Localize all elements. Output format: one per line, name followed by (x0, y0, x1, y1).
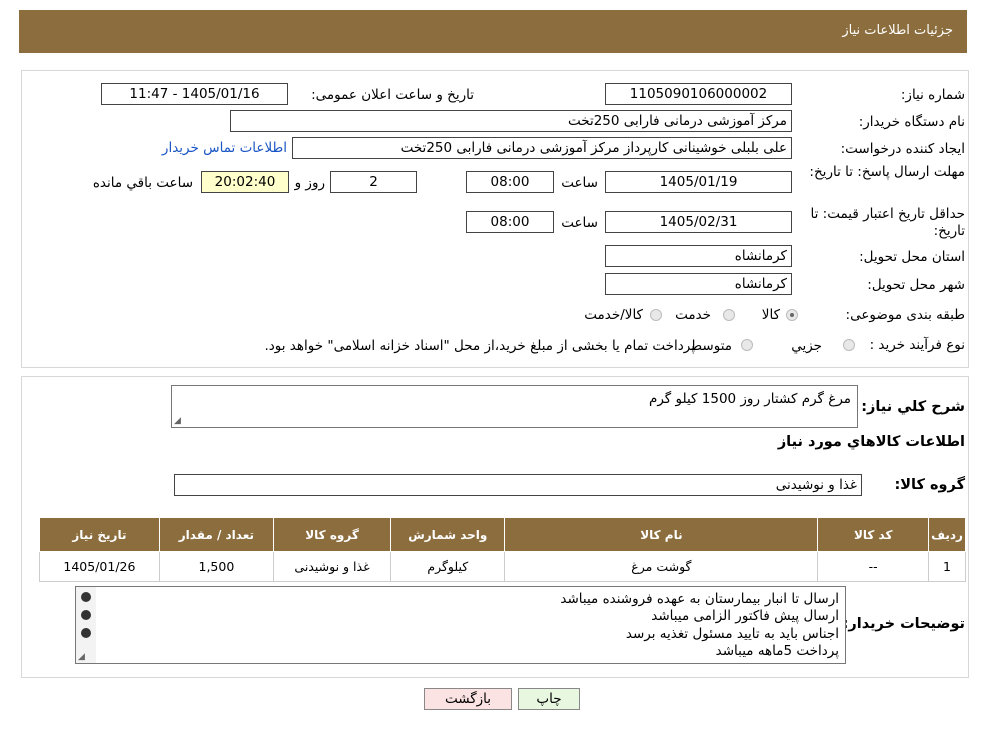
remaining-time-label: ساعت باقي مانده (92, 175, 193, 191)
process-medium-label: متوسط (689, 338, 732, 354)
category-label: طبقه بندی موضوعی: (845, 307, 965, 323)
cell-row: 1 (928, 551, 966, 582)
category-service-label: خدمت (675, 307, 711, 323)
goods-info-title: اطلاعات کالاهاي مورد نیاز (777, 434, 965, 450)
cell-date: 1405/01/26 (39, 551, 160, 582)
purchase-process-label: نوع فرآیند خرید : (869, 337, 965, 353)
category-goods-label: کالا (761, 307, 780, 323)
buyer-contact-link[interactable]: اطلاعات تماس خریدار (162, 140, 287, 156)
days-label: روز و (294, 175, 325, 191)
resize-handle-icon[interactable]: ◢ (174, 416, 181, 426)
province-field: کرمانشاه (605, 245, 792, 267)
need-number-label: شماره نیاز: (900, 87, 965, 103)
category-goods-radio[interactable] (786, 309, 798, 321)
creator-label: ایجاد کننده درخواست: (840, 141, 965, 157)
buyer-notes-textarea[interactable]: ارسال تا انبار بیمارستان به عهده فروشنده… (75, 586, 846, 664)
process-medium-radio[interactable] (741, 339, 753, 351)
process-note: پرداخت تمام یا بخشی از مبلغ خرید،از محل … (264, 338, 695, 354)
process-partial-label: جزیي (791, 338, 822, 354)
col-row-header: ردیف (928, 517, 966, 552)
notes-line-3: اجناس باید به تایید مسئول تغذیه برسد (625, 626, 839, 642)
table-row: 1 -- گوشت مرغ کیلوگرم غذا و نوشیدنی 1,50… (39, 551, 966, 582)
description-textarea[interactable]: مرغ گرم کشتار روز 1500 کیلو گرم ◢ (171, 385, 858, 428)
category-goods-service-label: کالا/خدمت (584, 307, 643, 323)
col-code-header: کد کالا (817, 517, 930, 552)
goods-table: ردیف کد کالا نام کالا واحد شمارش گروه کا… (39, 517, 966, 582)
cell-unit: کیلوگرم (390, 551, 506, 582)
price-validity-time-label: ساعت (561, 215, 598, 231)
cell-quantity: 1,500 (158, 551, 274, 582)
print-button[interactable]: چاپ (518, 688, 580, 710)
process-partial-radio[interactable] (843, 339, 855, 351)
notes-line-2: ارسال پیش فاکتور الزامی میباشد (651, 608, 839, 624)
buyer-notes-label: توضیحات خریدار: (842, 616, 965, 632)
cell-name: گوشت مرغ (504, 551, 819, 582)
col-date-header: تاریخ نیاز (39, 517, 160, 552)
buyer-label: نام دستگاه خریدار: (858, 114, 965, 130)
goods-group-label: گروه کالا: (894, 477, 965, 493)
remaining-time-field: 20:02:40 (201, 171, 289, 193)
description-label: شرح کلي نیاز: (861, 399, 965, 415)
col-quantity-header: تعداد / مقدار (158, 517, 274, 552)
deadline-label: مهلت ارسال پاسخ: تا تاریخ: (809, 164, 965, 180)
announce-datetime-label: تاریخ و ساعت اعلان عمومی: (311, 87, 474, 103)
page-header: جزئیات اطلاعات نیاز (19, 10, 967, 53)
page-title: جزئیات اطلاعات نیاز (842, 23, 953, 38)
notes-resize-handle-icon[interactable]: ◢ (78, 652, 85, 662)
province-label: استان محل تحویل: (859, 249, 965, 265)
col-name-header: نام کالا (504, 517, 819, 552)
col-group-header: گروه کالا (272, 517, 392, 552)
city-label: شهر محل تحویل: (867, 277, 965, 293)
back-button[interactable]: بازگشت (424, 688, 512, 710)
notes-line-4: پرداخت 5ماهه میباشد (715, 643, 839, 659)
need-number-field: 1105090106000002 (605, 83, 792, 105)
city-field: کرمانشاه (605, 273, 792, 295)
category-goods-service-radio[interactable] (650, 309, 662, 321)
category-service-radio[interactable] (723, 309, 735, 321)
deadline-date-field: 1405/01/19 (605, 171, 792, 193)
announce-datetime-field: 1405/01/16 - 11:47 (101, 83, 288, 105)
days-field: 2 (330, 171, 417, 193)
col-unit-header: واحد شمارش (390, 517, 506, 552)
deadline-time-field: 08:00 (466, 171, 554, 193)
description-text: مرغ گرم کشتار روز 1500 کیلو گرم (649, 391, 851, 407)
goods-group-field: غذا و نوشیدنی (174, 474, 862, 496)
notes-line-1: ارسال تا انبار بیمارستان به عهده فروشنده… (560, 591, 839, 607)
price-validity-time-field: 08:00 (466, 211, 554, 233)
buyer-field: مرکز آموزشی درمانی فارابی 250تخت (230, 110, 792, 132)
price-validity-label: حداقل تاریخ اعتبار قیمت: تا تاریخ: (810, 206, 965, 239)
price-validity-date-field: 1405/02/31 (605, 211, 792, 233)
goods-table-header: ردیف کد کالا نام کالا واحد شمارش گروه کا… (39, 517, 966, 552)
creator-field: علی بلبلی خوشینانی کارپرداز مرکز آموزشی … (292, 137, 792, 159)
cell-group: غذا و نوشیدنی (272, 551, 392, 582)
cell-code: -- (817, 551, 930, 582)
deadline-time-label: ساعت (561, 175, 598, 191)
